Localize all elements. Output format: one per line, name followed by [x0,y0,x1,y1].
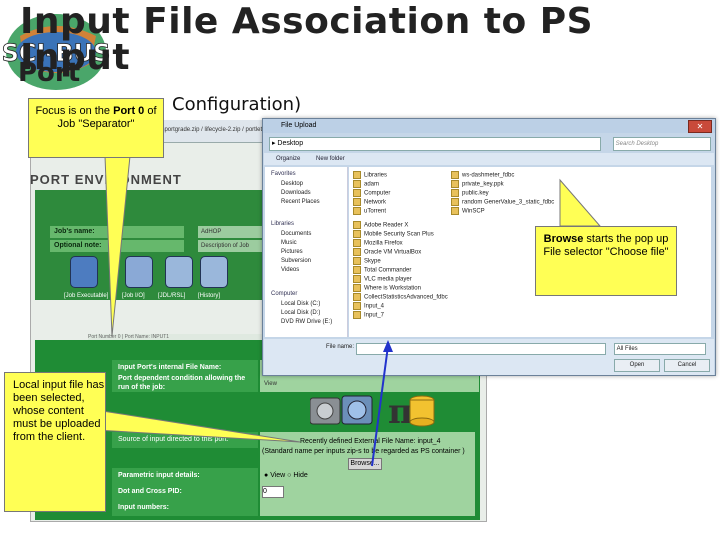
focus-callout-pointer [104,155,131,337]
browse-callout-pointer [559,178,602,227]
focus-callout: Focus is on the Port 0 of Job "Separator… [28,98,164,158]
local-callout-pointer [95,409,301,443]
browse-arrow [371,345,389,467]
browse-arrow-head [383,340,393,352]
local-input-callout: Local input file has been selected, whos… [4,372,106,512]
browse-callout: Browse starts the pop up File selector "… [535,226,677,296]
